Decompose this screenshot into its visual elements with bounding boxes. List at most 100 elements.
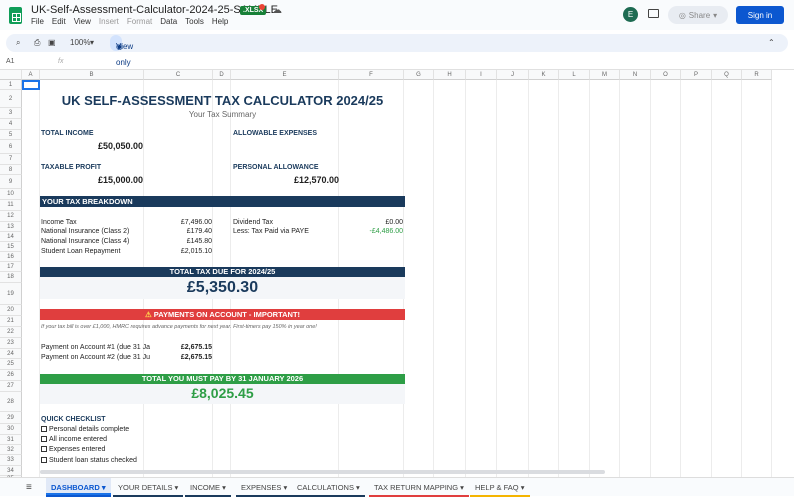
all-sheets-icon[interactable]: ≡ bbox=[26, 482, 32, 493]
share-button[interactable]: ◎ Share ▾ bbox=[668, 6, 728, 24]
sheet-tab[interactable]: INCOME ▾ bbox=[185, 478, 231, 497]
row-header[interactable]: 27 bbox=[0, 381, 22, 392]
row-header[interactable]: 1 bbox=[0, 80, 22, 90]
row-header[interactable]: 15 bbox=[0, 242, 22, 252]
row-header[interactable]: 21 bbox=[0, 316, 22, 327]
column-header[interactable]: R bbox=[742, 70, 772, 80]
column-header[interactable]: G bbox=[404, 70, 434, 80]
column-header[interactable]: C bbox=[144, 70, 213, 80]
row-header[interactable]: 32 bbox=[0, 445, 22, 455]
column-header[interactable]: L bbox=[559, 70, 590, 80]
horizontal-scrollbar[interactable] bbox=[40, 470, 605, 474]
row-header[interactable]: 5 bbox=[0, 130, 22, 140]
column-header[interactable]: E bbox=[231, 70, 339, 80]
row-header[interactable]: 20 bbox=[0, 305, 22, 316]
menu-file[interactable]: File bbox=[31, 17, 44, 26]
checkbox[interactable] bbox=[41, 426, 47, 432]
sign-in-button[interactable]: Sign in bbox=[736, 6, 784, 24]
row-header[interactable]: 3 bbox=[0, 108, 22, 119]
row-header[interactable]: 22 bbox=[0, 327, 22, 338]
row-header[interactable]: 26 bbox=[0, 370, 22, 381]
row-header[interactable]: 2 bbox=[0, 90, 22, 108]
checkbox[interactable] bbox=[41, 446, 47, 452]
name-box[interactable]: A1 bbox=[6, 58, 15, 65]
row-header[interactable]: 6 bbox=[0, 140, 22, 154]
column-header[interactable]: F bbox=[339, 70, 404, 80]
zoom-chevron-icon[interactable]: ▾ bbox=[90, 38, 94, 47]
checklist-item[interactable]: Student loan status checked bbox=[41, 457, 137, 464]
row-header[interactable]: 19 bbox=[0, 283, 22, 305]
row-header[interactable]: 31 bbox=[0, 435, 22, 445]
menu-tools[interactable]: Tools bbox=[185, 17, 204, 26]
sheet-tab[interactable]: HELP & FAQ ▾ bbox=[470, 478, 530, 497]
menu-data[interactable]: Data bbox=[160, 17, 177, 26]
sheet-tab[interactable]: CALCULATIONS ▾ bbox=[292, 478, 365, 497]
row-header[interactable]: 28 bbox=[0, 392, 22, 412]
column-header[interactable]: O bbox=[651, 70, 681, 80]
sheet-tab[interactable]: EXPENSES ▾ bbox=[236, 478, 293, 497]
menu-insert[interactable]: Insert bbox=[99, 17, 119, 26]
menu-view[interactable]: View bbox=[74, 17, 91, 26]
row-header[interactable]: 29 bbox=[0, 412, 22, 424]
chevron-down-icon[interactable]: ▾ bbox=[100, 483, 106, 492]
row-header[interactable]: 18 bbox=[0, 272, 22, 283]
row-header[interactable]: 12 bbox=[0, 211, 22, 222]
row-header[interactable]: 7 bbox=[0, 154, 22, 165]
chevron-down-icon[interactable]: ▾ bbox=[519, 483, 525, 492]
comment-icon[interactable] bbox=[648, 9, 659, 18]
menu-edit[interactable]: Edit bbox=[52, 17, 66, 26]
search-icon[interactable]: ⌕ bbox=[16, 38, 20, 48]
menu-help[interactable]: Help bbox=[212, 17, 228, 26]
row-header[interactable]: 13 bbox=[0, 222, 22, 232]
menu-format[interactable]: Format bbox=[127, 17, 152, 26]
row-header[interactable]: 10 bbox=[0, 189, 22, 200]
column-header[interactable]: B bbox=[40, 70, 144, 80]
chevron-down-icon[interactable]: ▾ bbox=[281, 483, 288, 492]
chevron-up-icon[interactable]: ⌃ bbox=[768, 38, 775, 47]
row-header[interactable]: 17 bbox=[0, 262, 22, 272]
row-header[interactable]: 30 bbox=[0, 424, 22, 435]
column-header[interactable]: N bbox=[620, 70, 651, 80]
column-header[interactable]: I bbox=[466, 70, 497, 80]
chevron-down-icon[interactable]: ▾ bbox=[172, 483, 179, 492]
select-all-corner[interactable] bbox=[0, 70, 22, 80]
column-header[interactable]: D bbox=[213, 70, 231, 80]
chevron-down-icon[interactable]: ▾ bbox=[458, 483, 464, 492]
sheet-tab[interactable]: TAX RETURN MAPPING ▾ bbox=[369, 478, 469, 497]
selected-cell[interactable] bbox=[22, 80, 40, 90]
row-header[interactable]: 8 bbox=[0, 165, 22, 175]
avatar[interactable]: E bbox=[623, 7, 638, 22]
spreadsheet-grid[interactable]: ABCDEFGHIJKLMNOPQR 1 2 3 4 5 6 7 8 9 10 11 12 13 14 15… bbox=[0, 70, 794, 477]
column-header[interactable]: P bbox=[681, 70, 712, 80]
column-header[interactable]: M bbox=[590, 70, 620, 80]
column-header[interactable]: K bbox=[529, 70, 559, 80]
column-header[interactable]: J bbox=[497, 70, 529, 80]
row-header[interactable]: 9 bbox=[0, 175, 22, 189]
row-header[interactable]: 11 bbox=[0, 200, 22, 211]
row-header[interactable]: 33 bbox=[0, 455, 22, 466]
column-header[interactable]: H bbox=[434, 70, 466, 80]
zoom-select[interactable]: 100% bbox=[70, 38, 90, 47]
sheets-logo-icon[interactable] bbox=[9, 7, 22, 24]
paint-format-icon[interactable]: ▣ bbox=[48, 38, 56, 47]
checkbox[interactable] bbox=[41, 457, 47, 463]
row-header[interactable]: 25 bbox=[0, 359, 22, 370]
chevron-down-icon[interactable]: ▾ bbox=[220, 483, 226, 492]
row-header[interactable]: 4 bbox=[0, 119, 22, 130]
view-only-button[interactable]: ◉ View only bbox=[110, 35, 133, 67]
checklist-item[interactable]: Personal details complete bbox=[41, 426, 129, 433]
row-header[interactable]: 24 bbox=[0, 349, 22, 359]
row-header[interactable]: 23 bbox=[0, 338, 22, 349]
print-icon[interactable]: ⎙ bbox=[34, 38, 40, 48]
sheet-tab[interactable]: YOUR DETAILS ▾ bbox=[113, 478, 184, 497]
checkbox[interactable] bbox=[41, 436, 47, 442]
star-icon[interactable] bbox=[259, 4, 265, 10]
column-header[interactable]: Q bbox=[712, 70, 742, 80]
checklist-item[interactable]: All income entered bbox=[41, 436, 107, 443]
chevron-down-icon[interactable]: ▾ bbox=[354, 483, 360, 492]
row-header[interactable]: 14 bbox=[0, 232, 22, 242]
checklist-item[interactable]: Expenses entered bbox=[41, 446, 105, 453]
sheet-tab[interactable]: DASHBOARD ▾ bbox=[46, 478, 111, 497]
column-header[interactable]: A bbox=[22, 70, 40, 80]
row-header[interactable]: 34 bbox=[0, 466, 22, 476]
